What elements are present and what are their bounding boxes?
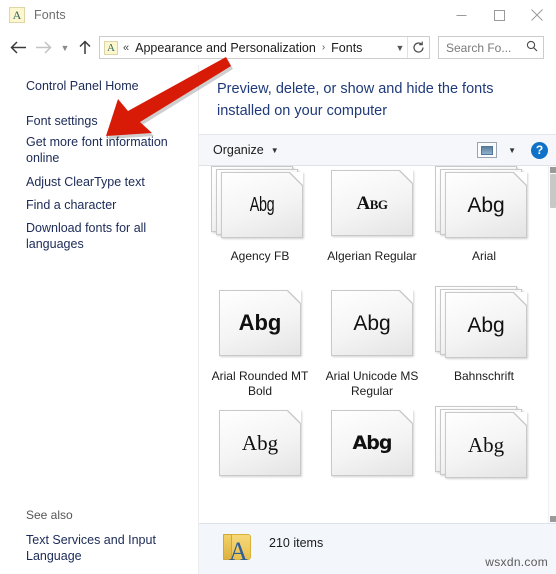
font-sample-text: Abg — [352, 431, 393, 454]
recent-locations-chevron-down-icon[interactable]: ▼ — [56, 34, 74, 62]
font-tile[interactable]: Abg — [316, 406, 428, 489]
font-tile[interactable]: Abg Algerian Regular — [316, 166, 428, 264]
font-sample-text: Abg — [356, 192, 388, 214]
font-tile[interactable]: Abg Agency FB — [204, 166, 316, 264]
scroll-down-arrow-icon[interactable] — [550, 516, 556, 522]
font-tile[interactable]: Abg — [204, 406, 316, 489]
font-thumbnail: Abg — [323, 286, 421, 362]
status-bar: A 210 items wsxdn.com — [199, 523, 556, 574]
font-sample-text: Abg — [467, 193, 505, 217]
font-thumbnail: Abg — [323, 406, 421, 482]
item-count-label: 210 items — [269, 536, 324, 550]
font-tile[interactable]: Abg Arial Unicode MS Regular — [316, 286, 428, 399]
fonts-folder-icon: A — [221, 530, 255, 566]
change-view-icon[interactable] — [477, 142, 498, 158]
font-thumbnail: Abg — [435, 166, 533, 242]
font-tile-label: Algerian Regular — [327, 249, 417, 263]
font-tile[interactable]: Abg Bahnschrift — [428, 286, 540, 384]
font-tile[interactable]: Abg Arial Rounded MT Bold — [204, 286, 316, 399]
navigation-bar: ▼ A « Appearance and Personalization › F… — [0, 30, 556, 65]
minimize-button[interactable] — [442, 0, 480, 30]
fonts-grid-row: Abg Abg Abg — [199, 406, 556, 523]
toolbar-right-group: ▼ ? — [477, 135, 548, 165]
font-tile-label: Arial Unicode MS Regular — [325, 369, 419, 398]
watermark-text: wsxdn.com — [485, 555, 548, 569]
sidebar-link-text-services-and-input-language[interactable]: Text Services and Input Language — [26, 532, 186, 564]
scroll-up-arrow-icon[interactable] — [550, 167, 556, 173]
font-thumbnail: Abg — [323, 166, 421, 242]
sidebar-link-font-settings[interactable]: Font settings — [26, 113, 191, 129]
page-title: Preview, delete, or show and hide the fo… — [217, 81, 494, 119]
address-icon-letter: A — [107, 41, 115, 54]
font-tile-label: Arial — [471, 249, 496, 263]
font-tile-label: Agency FB — [230, 249, 290, 263]
title-bar: A Fonts — [0, 0, 556, 30]
sidebar-link-adjust-cleartype-text[interactable]: Adjust ClearType text — [26, 174, 191, 190]
refresh-icon[interactable] — [407, 37, 429, 58]
font-sample-text: Abg — [467, 313, 505, 337]
font-thumbnail: Abg — [211, 406, 309, 482]
window-title: Fonts — [34, 8, 66, 22]
font-tile[interactable]: Abg Arial — [428, 166, 540, 264]
folder-icon-letter: A — [229, 537, 248, 566]
see-also-heading: See also — [26, 508, 73, 522]
font-tile[interactable]: Abg — [428, 406, 540, 489]
content-scrollbar[interactable] — [548, 166, 556, 523]
font-sample-text: Abg — [353, 311, 391, 335]
font-sample-text: Abg — [249, 194, 275, 216]
back-icon[interactable] — [6, 34, 31, 62]
forward-icon[interactable] — [31, 34, 56, 62]
search-icon[interactable] — [526, 39, 538, 57]
fonts-grid-row: Abg Agency FB Abg Algerian Regular Abg A… — [199, 166, 556, 286]
title-icon-letter: A — [12, 8, 22, 22]
font-thumbnail: Abg — [211, 286, 309, 362]
breadcrumb-appearance[interactable]: Appearance and Personalization — [135, 41, 316, 55]
font-thumbnail: Abg — [211, 166, 309, 242]
scrollbar-thumb[interactable] — [550, 174, 556, 208]
sidebar-link-download-fonts-for-all-languages[interactable]: Download fonts for all languages — [26, 220, 191, 252]
search-input[interactable]: Search Fo... — [446, 41, 511, 55]
font-tile-label: Bahnschrift — [453, 369, 515, 383]
font-sample-text: Abg — [241, 430, 279, 455]
font-thumbnail: Abg — [435, 406, 533, 482]
view-chevron-down-icon[interactable]: ▼ — [508, 146, 516, 155]
breadcrumb-overflow[interactable]: « — [123, 42, 129, 54]
sidebar-link-get-more-font-information-online[interactable]: Get more font information online — [26, 134, 191, 166]
font-sample-text: Abg — [467, 432, 505, 457]
fonts-control-panel-window: A Fonts ▼ A « Appearance and Personaliza… — [0, 0, 556, 574]
close-button[interactable] — [518, 0, 556, 30]
command-toolbar: Organize ▼ ▼ ? — [199, 134, 556, 166]
breadcrumb-separator-icon[interactable]: › — [322, 42, 325, 53]
maximize-button[interactable] — [480, 0, 518, 30]
help-button[interactable]: ? — [531, 141, 548, 159]
main-content-pane: Preview, delete, or show and hide the fo… — [199, 65, 556, 574]
chevron-down-icon: ▼ — [270, 145, 279, 155]
breadcrumb-fonts[interactable]: Fonts — [331, 41, 362, 55]
organize-button[interactable]: Organize ▼ — [213, 143, 279, 157]
font-thumbnail: Abg — [435, 286, 533, 362]
left-navigation-pane: Control Panel Home Font settings Get mor… — [0, 65, 199, 574]
sidebar-link-find-a-character[interactable]: Find a character — [26, 197, 191, 213]
fonts-letter-a-icon: A — [9, 7, 25, 23]
address-bar[interactable]: A « Appearance and Personalization › Fon… — [99, 36, 430, 59]
up-arrow-icon[interactable] — [74, 34, 96, 62]
search-box[interactable]: Search Fo... — [438, 36, 544, 59]
address-fonts-icon: A — [104, 40, 118, 55]
fonts-grid-row: Abg Arial Rounded MT Bold Abg Arial Unic… — [199, 286, 556, 406]
window-controls — [442, 0, 556, 30]
organize-label: Organize — [213, 143, 264, 157]
sidebar-link-control-panel-home[interactable]: Control Panel Home — [26, 78, 191, 94]
font-sample-text: Abg — [238, 310, 282, 335]
fonts-grid: Abg Agency FB Abg Algerian Regular Abg A… — [199, 166, 556, 523]
font-tile-label: Arial Rounded MT Bold — [211, 369, 309, 398]
